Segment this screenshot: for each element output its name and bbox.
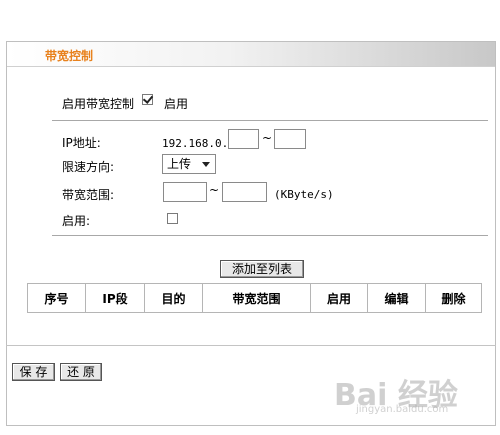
- bandwidth-range-label: 带宽范围:: [62, 188, 115, 202]
- bandwidth-unit: (KByte/s): [274, 188, 334, 201]
- col-header-destination: 目的: [144, 283, 203, 313]
- divider-bottom: [6, 345, 496, 346]
- table-header-row: 序号 IP段 目的 带宽范围 启用 编辑 删除: [27, 283, 482, 313]
- enable-label: 启用:: [62, 214, 91, 228]
- panel-title: 带宽控制: [45, 49, 94, 63]
- rules-table: 序号 IP段 目的 带宽范围 启用 编辑 删除: [27, 283, 482, 313]
- divider-middle: [52, 235, 488, 236]
- restore-button[interactable]: 还 原: [60, 363, 102, 381]
- add-to-list-button[interactable]: 添加至列表: [220, 260, 304, 278]
- ip-end-input[interactable]: [274, 129, 306, 149]
- watermark-url: jingyan.baidu.com: [356, 404, 449, 415]
- direction-select-value: 上传: [167, 157, 192, 171]
- col-header-index: 序号: [27, 283, 86, 313]
- ip-address-label: IP地址:: [62, 136, 101, 150]
- bandwidth-min-input[interactable]: [163, 182, 207, 202]
- chevron-down-icon: [202, 162, 210, 167]
- ip-range-separator: ~: [262, 131, 273, 145]
- enable-bandwidth-label: 启用带宽控制: [62, 97, 135, 111]
- enable-bandwidth-value-label: 启用: [164, 97, 189, 111]
- bandwidth-range-separator: ~: [209, 183, 220, 197]
- direction-label: 限速方向:: [62, 160, 115, 174]
- save-button[interactable]: 保 存: [12, 363, 55, 381]
- col-header-bandwidth-range: 带宽范围: [202, 283, 311, 313]
- bandwidth-max-input[interactable]: [222, 182, 267, 202]
- ip-start-input[interactable]: [228, 129, 259, 149]
- col-header-edit: 编辑: [367, 283, 426, 313]
- col-header-delete: 删除: [425, 283, 482, 313]
- enable-checkbox[interactable]: [167, 213, 178, 224]
- direction-select[interactable]: 上传: [162, 154, 216, 174]
- col-header-enabled: 启用: [310, 283, 368, 313]
- divider-top: [52, 120, 488, 121]
- enable-bandwidth-checkbox[interactable]: [142, 94, 153, 105]
- col-header-ip-range: IP段: [85, 283, 145, 313]
- panel-header: 带宽控制: [7, 42, 495, 67]
- ip-prefix: 192.168.0.: [162, 137, 229, 150]
